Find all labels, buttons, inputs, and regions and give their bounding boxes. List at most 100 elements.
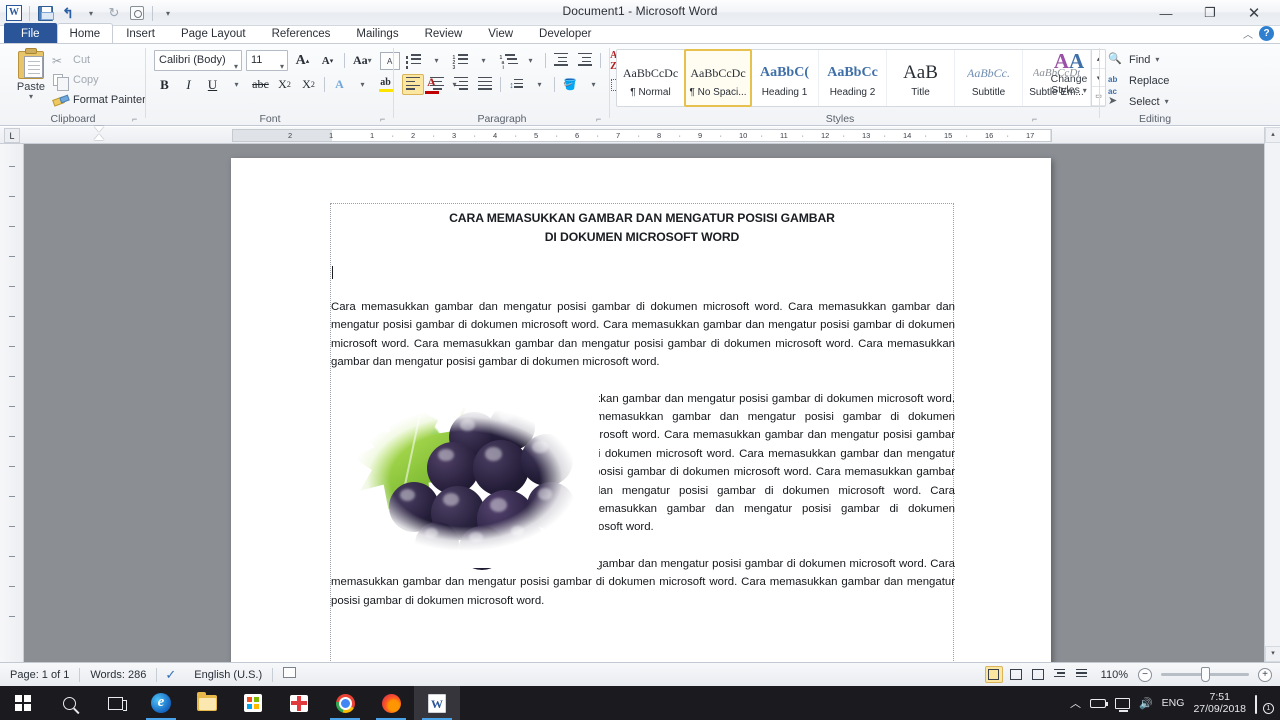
copy-button[interactable]: Copy [52, 70, 146, 91]
ruler-track[interactable]: 2 1 1 · 2 · 3 · 4 · 5 · 6 · 7 · 8 · 9 · 10 · 11 · 12 · 13 · 14 · 15 · 16… [232, 129, 1052, 142]
document-body[interactable]: Cara memasukkan gambar dan mengatur posi… [331, 298, 955, 628]
taskbar-app-word[interactable]: W [414, 686, 460, 720]
style-item-normal[interactable]: AaBbCcDc ¶ Normal [617, 50, 685, 106]
tab-mailings[interactable]: Mailings [343, 23, 411, 44]
replace-button[interactable]: ab ac Replace [1108, 70, 1169, 96]
tab-page-layout[interactable]: Page Layout [168, 23, 259, 44]
find-button[interactable]: 🔍 Find ▾ [1108, 49, 1169, 70]
styles-dialog-launcher[interactable]: ⌐ [1032, 114, 1042, 124]
tab-stop-selector[interactable]: L [4, 128, 20, 143]
taskbar-clock[interactable]: 7:51 27/09/2018 [1193, 691, 1246, 715]
document-canvas[interactable]: CARA MEMASUKKAN GAMBAR DAN MENGATUR POSI… [24, 144, 1256, 662]
tab-references[interactable]: References [259, 23, 344, 44]
italic-button[interactable]: I [178, 74, 199, 95]
line-spacing-button[interactable]: ↕ [505, 74, 527, 95]
line-spacing-dropdown-icon[interactable]: ▾ [529, 74, 550, 95]
vertical-ruler[interactable] [0, 144, 24, 662]
zoom-slider-thumb[interactable] [1201, 667, 1210, 682]
hanging-indent-marker[interactable] [94, 134, 104, 140]
tab-home[interactable]: Home [56, 23, 114, 44]
shading-dropdown-icon[interactable]: ▾ [583, 74, 604, 95]
paragraph-dialog-launcher[interactable]: ⌐ [596, 114, 606, 124]
superscript-button[interactable]: X2 [298, 74, 319, 95]
multilevel-list-button[interactable]: 1ai [496, 50, 518, 71]
styles-gallery[interactable]: AaBbCcDc ¶ Normal AaBbCcDc ¶ No Spaci... AaB… [616, 49, 1106, 107]
vertical-scrollbar[interactable]: ▴ ▾ [1264, 127, 1280, 662]
task-view-button[interactable] [92, 686, 138, 720]
format-painter-button[interactable]: Format Painter [52, 90, 146, 110]
strikethrough-button[interactable]: abc [250, 74, 271, 95]
find-dropdown-icon[interactable]: ▾ [1155, 55, 1159, 64]
battery-icon[interactable] [1089, 698, 1108, 708]
word-count[interactable]: Words: 286 [80, 663, 156, 687]
align-right-button[interactable] [450, 74, 472, 95]
taskbar-app-gift[interactable] [276, 686, 322, 720]
grow-font-button[interactable]: A ▴ [292, 50, 313, 71]
style-item-no-spaci[interactable]: AaBbCcDc ¶ No Spaci... [684, 49, 752, 107]
clipboard-dialog-launcher[interactable]: ⌐ [132, 114, 142, 124]
full-screen-reading-view-button[interactable] [1007, 666, 1025, 683]
start-button[interactable] [0, 686, 46, 720]
tab-developer[interactable]: Developer [526, 23, 604, 44]
underline-button[interactable]: U [202, 74, 223, 95]
select-button[interactable]: ➤ Select ▾ [1108, 91, 1169, 112]
print-layout-view-button[interactable] [984, 666, 1003, 683]
taskbar-app-file-explorer[interactable] [184, 686, 230, 720]
font-name-input[interactable]: Calibri (Body) ▾ [154, 50, 242, 71]
bold-button[interactable]: B [154, 74, 175, 95]
align-center-button[interactable] [426, 74, 448, 95]
horizontal-ruler[interactable]: L 2 1 1 · 2 · 3 · 4 · 5 · 6 · 7 · 8 · 9 · 10 · 11 · 12 · 13 · 14 · 15 ·… [0, 126, 1280, 144]
paste-button[interactable]: Paste ▾ [8, 48, 54, 101]
draft-view-button[interactable] [1073, 666, 1091, 683]
zoom-in-button[interactable]: + [1258, 667, 1272, 682]
text-effects-dropdown-icon[interactable]: ▾ [352, 74, 373, 95]
style-item-title[interactable]: AaB Title [887, 50, 955, 106]
zoom-slider[interactable] [1161, 667, 1249, 682]
taskbar-app-microsoft-store[interactable] [230, 686, 276, 720]
document-page[interactable]: CARA MEMASUKKAN GAMBAR DAN MENGATUR POSI… [231, 158, 1051, 662]
body-paragraph-1[interactable]: Cara memasukkan gambar dan mengatur posi… [331, 298, 955, 372]
taskbar-search-button[interactable] [46, 686, 92, 720]
zoom-out-button[interactable]: − [1138, 667, 1152, 682]
first-line-indent-marker[interactable] [94, 126, 104, 132]
macro-record-icon[interactable] [273, 663, 306, 687]
zoom-level-label[interactable]: 110% [1095, 669, 1134, 681]
taskbar-app-edge[interactable]: e [138, 686, 184, 720]
volume-icon[interactable]: 🔊 [1139, 697, 1153, 710]
style-item-subtitle[interactable]: AaBbCc. Subtitle [955, 50, 1023, 106]
tab-insert[interactable]: Insert [113, 23, 168, 44]
outline-view-button[interactable] [1051, 666, 1069, 683]
grapes-image[interactable] [331, 389, 599, 570]
subscript-button[interactable]: X2 [274, 74, 295, 95]
change-case-button[interactable]: Aa ▾ [351, 50, 374, 71]
shading-button[interactable]: 🪣 [559, 74, 581, 95]
tab-review[interactable]: Review [412, 23, 476, 44]
tab-view[interactable]: View [475, 23, 526, 44]
show-hidden-icons-button[interactable]: ︿ [1070, 695, 1081, 711]
scroll-down-button[interactable]: ▾ [1265, 646, 1280, 662]
change-styles-button[interactable]: AA Change Styles ▾ [1044, 48, 1094, 96]
network-icon[interactable] [1114, 697, 1130, 712]
text-effects-button[interactable]: A [330, 74, 349, 95]
bullets-dropdown-icon[interactable]: ▾ [426, 50, 447, 71]
notifications-button[interactable]: 1 [1255, 694, 1274, 714]
underline-dropdown-icon[interactable]: ▾ [226, 74, 247, 95]
taskbar-app-firefox[interactable] [368, 686, 414, 720]
tab-file[interactable]: File [4, 23, 57, 44]
taskbar-app-chrome[interactable] [322, 686, 368, 720]
web-layout-view-button[interactable] [1029, 666, 1047, 683]
select-dropdown-icon[interactable]: ▾ [1165, 97, 1169, 106]
font-size-input[interactable]: 11 ▾ [246, 50, 288, 71]
shrink-font-button[interactable]: A ▾ [317, 50, 338, 71]
font-dialog-launcher[interactable]: ⌐ [380, 114, 390, 124]
numbering-button[interactable]: 123 [449, 50, 471, 71]
numbering-dropdown-icon[interactable]: ▾ [473, 50, 494, 71]
paste-dropdown-icon[interactable]: ▾ [8, 93, 54, 101]
language-indicator[interactable]: ENG [1162, 697, 1185, 709]
style-item-heading-1[interactable]: AaBbC(Heading 1 [751, 50, 819, 106]
multilevel-dropdown-icon[interactable]: ▾ [520, 50, 541, 71]
spell-check-icon[interactable]: ✓ [157, 663, 184, 687]
increase-indent-button[interactable] [574, 50, 596, 71]
decrease-indent-button[interactable] [550, 50, 572, 71]
style-item-heading-2[interactable]: AaBbCc Heading 2 [819, 50, 887, 106]
